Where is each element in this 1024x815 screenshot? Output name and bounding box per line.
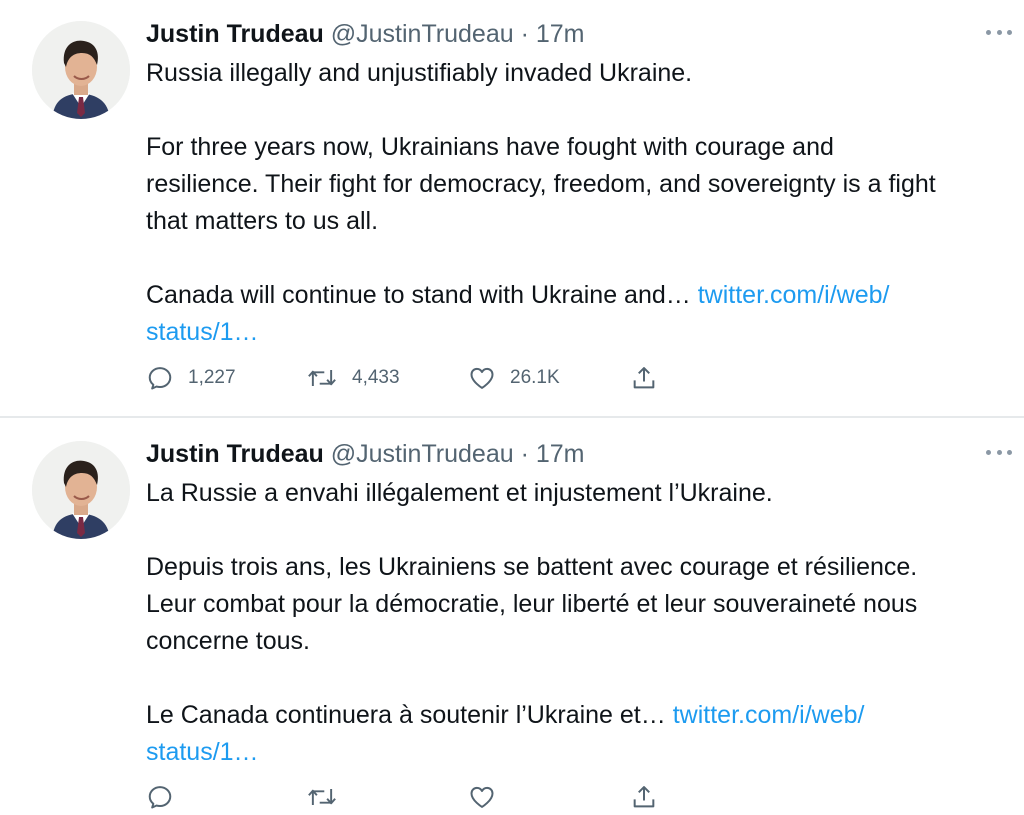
tweet-paragraph: Depuis trois ans, les Ukrainiens se batt… [146, 553, 918, 581]
comment-bubble-icon [148, 367, 172, 390]
tweet-link-continued[interactable]: status/1… [146, 738, 259, 766]
retweet-count: 4,433 [352, 367, 400, 388]
more-dots-icon[interactable] [986, 442, 1012, 462]
tweet-timestamp[interactable]: 17m [536, 440, 585, 468]
retweet-icon [308, 789, 336, 805]
like-count: 26.1K [510, 367, 560, 388]
tweet-paragraph: resilience. Their fight for democracy, f… [146, 170, 936, 198]
tweet-actions [146, 779, 666, 815]
tweet-paragraph: that matters to us all. [146, 207, 379, 235]
share-icon [633, 786, 655, 808]
header-separator: · [520, 440, 529, 468]
author-handle[interactable]: @JustinTrudeau [331, 440, 514, 468]
tweet-paragraph: status/1… [146, 314, 1024, 351]
like-button[interactable]: 26.1K [468, 360, 560, 396]
reply-button[interactable] [146, 779, 174, 815]
tweet-paragraph: For three years now, Ukrainians have fou… [146, 133, 834, 161]
retweet-icon [308, 370, 336, 386]
retweet-button[interactable] [306, 779, 338, 815]
profile-photo-icon [32, 21, 130, 119]
avatar[interactable] [32, 21, 130, 119]
tweet-text: Russia illegally and unjustifiably invad… [146, 55, 1024, 351]
tweet-actions: 1,227 4,433 26.1K [146, 360, 666, 396]
reply-button[interactable]: 1,227 [146, 360, 236, 396]
tweet-paragraph: Canada will continue to stand with Ukrai… [146, 277, 1024, 314]
tweet[interactable]: Justin Trudeau @JustinTrudeau · 17m Russ… [0, 0, 1024, 417]
tweet-link[interactable]: twitter.com/i/web/ [698, 281, 890, 309]
tweet-link-continued[interactable]: status/1… [146, 318, 259, 346]
tweet-paragraph: Russia illegally and unjustifiably invad… [146, 59, 693, 87]
comment-bubble-icon [148, 786, 172, 809]
tweet[interactable]: Justin Trudeau @JustinTrudeau · 17m La R… [0, 418, 1024, 809]
retweet-button[interactable]: 4,433 [306, 360, 400, 396]
header-separator: · [520, 20, 529, 48]
author-name[interactable]: Justin Trudeau [146, 440, 324, 468]
heart-icon [470, 786, 494, 808]
reply-count: 1,227 [188, 367, 236, 388]
tweet-link[interactable]: twitter.com/i/web/ [673, 701, 865, 729]
tweet-timestamp[interactable]: 17m [536, 20, 585, 48]
share-icon [633, 367, 655, 389]
tweet-paragraph: La Russie a envahi illégalement et injus… [146, 479, 773, 507]
heart-icon [470, 367, 494, 389]
avatar[interactable] [32, 441, 130, 539]
tweet-header: Justin Trudeau @JustinTrudeau · 17m [146, 438, 585, 470]
tweet-paragraph-text: Le Canada continuera à soutenir l’Ukrain… [146, 701, 666, 729]
tweet-header: Justin Trudeau @JustinTrudeau · 17m [146, 18, 585, 50]
author-name[interactable]: Justin Trudeau [146, 20, 324, 48]
tweet-paragraph: Le Canada continuera à soutenir l’Ukrain… [146, 697, 1024, 734]
tweet-text: La Russie a envahi illégalement et injus… [146, 475, 1024, 771]
share-button[interactable] [630, 779, 658, 815]
profile-photo-icon [32, 441, 130, 539]
tweet-paragraph-text: Canada will continue to stand with Ukrai… [146, 281, 691, 309]
author-handle[interactable]: @JustinTrudeau [331, 20, 514, 48]
tweet-paragraph: Leur combat pour la démocratie, leur lib… [146, 590, 918, 618]
tweet-paragraph: concerne tous. [146, 627, 310, 655]
like-button[interactable] [468, 779, 496, 815]
tweet-paragraph: status/1… [146, 734, 1024, 771]
share-button[interactable] [630, 360, 658, 396]
more-dots-icon[interactable] [986, 22, 1012, 42]
